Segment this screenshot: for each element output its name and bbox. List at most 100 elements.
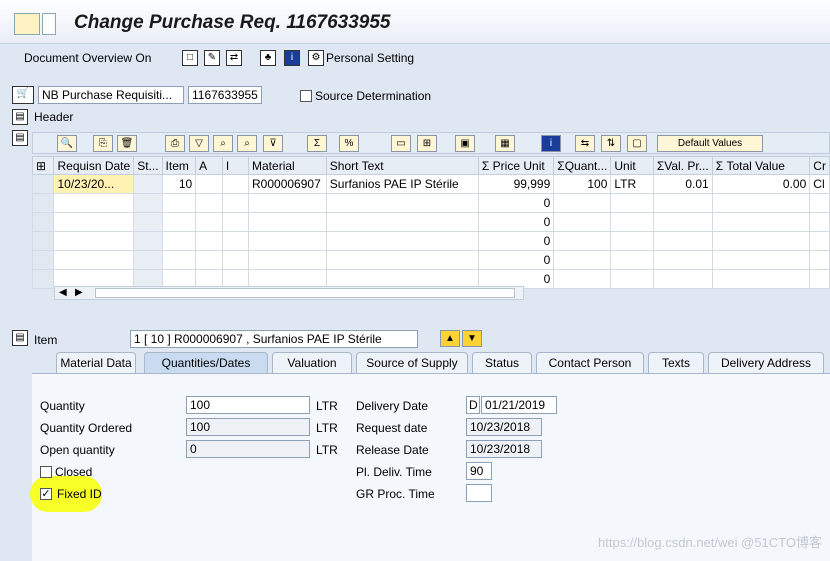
item-overview-expand-icon[interactable]: ▤ [12,130,28,146]
cell-short-text[interactable] [325,212,479,232]
column-header[interactable]: A [195,156,223,175]
cell-item[interactable] [161,193,197,213]
cell-total-value[interactable] [711,212,811,232]
cell-price-unit[interactable]: 0 [477,250,555,270]
cell-item-category[interactable] [221,193,250,213]
cell-total-value[interactable] [711,193,811,213]
column-header[interactable]: Short Text [325,156,479,175]
column-header[interactable]: ΣQuant... [553,156,612,175]
cell-val-price[interactable] [652,269,713,289]
cell-quantity[interactable] [553,269,612,289]
cell-item-category[interactable] [221,174,250,194]
table-row[interactable]: 0 [31,212,830,232]
tab-source-of-supply[interactable]: Source of Supply [356,352,468,374]
save-layout-icon[interactable]: ▣ [455,135,475,152]
document-type-select[interactable]: NB Purchase Requisiti... [38,86,184,104]
scroll-left-icon[interactable]: ◀ [59,287,67,298]
row-selector[interactable] [31,193,55,213]
source-determination-checkbox[interactable] [300,90,312,102]
scroll-right-icon[interactable]: ▶ [75,287,83,298]
cell-short-text[interactable] [325,250,479,270]
delivery-date-type-field[interactable]: D [466,396,480,414]
cell-currency[interactable] [809,250,830,270]
tab-contact-person[interactable]: Contact Person [536,352,644,374]
row-selector[interactable] [31,250,55,270]
personal-setting-icon[interactable]: ⚙ [308,50,324,66]
cell-item[interactable] [161,212,197,232]
layout-icon[interactable]: ⊞ [417,135,437,152]
document-number-field[interactable]: 1167633955 [188,86,262,104]
table-row[interactable]: 0 [31,193,830,213]
header-label[interactable]: Header [34,110,73,124]
cell-account[interactable] [195,174,223,194]
grid-info-icon[interactable]: i [541,135,561,152]
hierarchy-icon[interactable]: ♣ [260,50,276,66]
column-header[interactable]: Item [161,156,197,175]
cell-unit[interactable] [610,193,654,213]
cell-unit[interactable]: LTR [610,174,654,194]
new-document-icon[interactable]: □ [182,50,198,66]
columns-icon[interactable]: ▦ [495,135,515,152]
cell-requisition-date[interactable] [53,231,135,251]
cell-currency[interactable] [809,269,830,289]
column-header[interactable]: Σ Price Unit [477,156,555,175]
cell-val-price[interactable] [652,193,713,213]
cell-requisition-date[interactable] [53,193,135,213]
document-overview-button[interactable]: Document Overview On [24,51,151,65]
cell-material[interactable] [248,212,327,232]
column-header[interactable]: Cr [809,156,830,175]
copy-icon[interactable]: ⎘ [93,135,113,152]
horizontal-scrollbar[interactable]: ◀ ▶ [54,286,524,300]
tab-texts[interactable]: Texts [648,352,704,374]
cell-item-category[interactable] [221,250,250,270]
delivery-date-field[interactable]: 01/21/2019 [481,396,557,414]
cell-status[interactable] [133,250,163,270]
column-header[interactable]: I [221,156,250,175]
edit-icon[interactable]: ✎ [204,50,220,66]
cell-val-price[interactable] [652,212,713,232]
cell-price-unit[interactable]: 0 [477,212,555,232]
tab-material-data[interactable]: Material Data [56,352,136,374]
table-row[interactable]: 0 [31,231,830,251]
subtotal-icon[interactable]: % [339,135,359,152]
default-values-button[interactable]: Default Values [657,135,763,152]
tab-status[interactable]: Status [472,352,532,374]
cell-requisition-date[interactable] [53,212,135,232]
cell-item-category[interactable] [221,231,250,251]
header-expand-icon[interactable]: ▤ [12,109,28,125]
row-selector[interactable] [31,212,55,232]
menu-icon[interactable] [14,13,40,35]
details-icon[interactable]: 🔍 [57,135,77,152]
cell-unit[interactable] [610,212,654,232]
cell-short-text[interactable]: Surfanios PAE IP Stérile [325,174,479,194]
transfer-icon[interactable]: ⇆ [575,135,595,152]
cell-val-price[interactable] [652,250,713,270]
cell-unit[interactable] [610,250,654,270]
tab-delivery-address[interactable]: Delivery Address [708,352,824,374]
cell-currency[interactable] [809,231,830,251]
cell-account[interactable] [195,193,223,213]
cell-status[interactable] [133,231,163,251]
cell-total-value[interactable]: 0.00 [711,174,811,194]
cell-status[interactable] [133,193,163,213]
cell-total-value[interactable] [711,269,811,289]
funnel-icon[interactable]: ⊽ [263,135,283,152]
row-selector[interactable] [31,269,55,289]
cell-unit[interactable] [610,269,654,289]
delete-icon[interactable]: 🗑 [117,135,137,152]
cell-quantity[interactable] [553,193,612,213]
personal-setting-button[interactable]: Personal Setting [326,51,414,65]
cell-price-unit[interactable]: 0 [477,193,555,213]
previous-item-button[interactable]: ▲ [440,330,460,347]
next-item-button[interactable]: ▼ [462,330,482,347]
table-row[interactable]: 0 [31,250,830,270]
item-selector-select[interactable]: 1 [ 10 ] R000006907 , Surfanios PAE IP S… [130,330,418,348]
cell-item[interactable] [161,231,197,251]
column-header[interactable]: ΣVal. Pr... [652,156,713,175]
planned-delivery-time-field[interactable]: 90 [466,462,492,480]
cell-material[interactable]: R000006907 [248,174,327,194]
cell-price-unit[interactable]: 99,999 [477,174,555,194]
cell-material[interactable] [248,231,327,251]
select-all-icon[interactable]: ⊞ [31,156,55,175]
row-selector[interactable] [31,174,55,194]
